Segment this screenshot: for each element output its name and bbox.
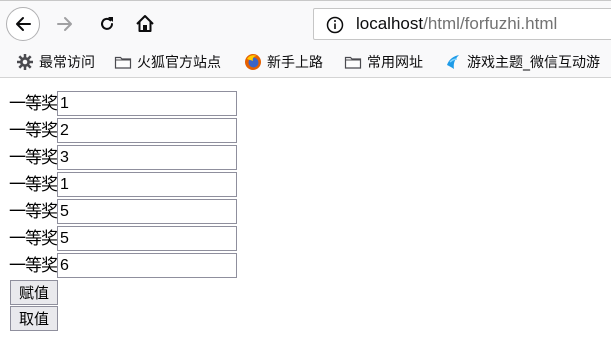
prize-label: 一等奖	[9, 228, 58, 249]
folder-icon	[114, 56, 132, 69]
url-host: localhost	[356, 14, 424, 33]
prize-input[interactable]	[57, 226, 237, 251]
bookmark-common-sites[interactable]: 常用网址	[344, 52, 423, 72]
bookmarks-bar: 最常访问 火狐官方站点 新手上路 常用网址 游戏主题_微信互动游	[0, 47, 611, 78]
prize-label: 一等奖	[9, 93, 58, 114]
prize-input[interactable]	[57, 199, 237, 224]
bookmark-game-theme[interactable]: 游戏主题_微信互动游	[444, 52, 600, 72]
prize-row: 一等奖	[9, 117, 237, 144]
prize-row: 一等奖	[9, 252, 237, 279]
bookmark-label: 游戏主题_微信互动游	[467, 55, 600, 71]
home-icon	[136, 15, 154, 32]
arrow-right-icon	[57, 17, 72, 31]
bookmark-firefox-official[interactable]: 火狐官方站点	[114, 52, 221, 72]
folder-icon	[344, 56, 362, 69]
prize-label: 一等奖	[9, 201, 58, 222]
reload-button[interactable]	[90, 7, 124, 41]
url-path: /html/forfuzhi.html	[423, 14, 558, 33]
address-bar[interactable]: localhost/html/forfuzhi.html	[313, 8, 611, 40]
prize-input[interactable]	[57, 145, 237, 170]
bookmark-label: 新手上路	[267, 55, 323, 71]
prize-row: 一等奖	[9, 90, 237, 117]
prize-row: 一等奖	[9, 225, 237, 252]
prize-label: 一等奖	[9, 255, 58, 276]
bookmark-most-visited[interactable]: 最常访问	[16, 52, 95, 72]
prize-input[interactable]	[57, 118, 237, 143]
bookmark-getting-started[interactable]: 新手上路	[244, 52, 323, 72]
bookmark-label: 常用网址	[367, 55, 423, 71]
prize-input[interactable]	[57, 253, 237, 278]
arrow-left-icon	[16, 17, 31, 31]
page-content: 一等奖 一等奖 一等奖 一等奖 一等奖 一等奖 一等奖 赋值 取值	[9, 90, 237, 331]
firefox-icon	[245, 54, 261, 70]
url-text: localhost/html/forfuzhi.html	[356, 14, 557, 34]
prize-input[interactable]	[57, 91, 237, 116]
prize-label: 一等奖	[9, 174, 58, 195]
prize-row: 一等奖	[9, 171, 237, 198]
reload-icon	[101, 17, 113, 30]
forward-button[interactable]	[48, 7, 82, 41]
get-value-button[interactable]: 取值	[10, 306, 59, 331]
assign-button[interactable]: 赋值	[10, 280, 59, 305]
bookmark-label: 火狐官方站点	[137, 55, 221, 71]
bookmark-label: 最常访问	[39, 55, 95, 71]
info-icon[interactable]	[326, 16, 344, 34]
game-icon	[447, 55, 459, 69]
gear-icon	[17, 54, 33, 70]
prize-label: 一等奖	[9, 120, 58, 141]
home-button[interactable]	[128, 7, 162, 41]
back-button[interactable]	[6, 7, 40, 41]
prize-row: 一等奖	[9, 198, 237, 225]
prize-row: 一等奖	[9, 144, 237, 171]
prize-input[interactable]	[57, 172, 237, 197]
prize-label: 一等奖	[9, 147, 58, 168]
browser-toolbar: localhost/html/forfuzhi.html	[0, 1, 611, 47]
